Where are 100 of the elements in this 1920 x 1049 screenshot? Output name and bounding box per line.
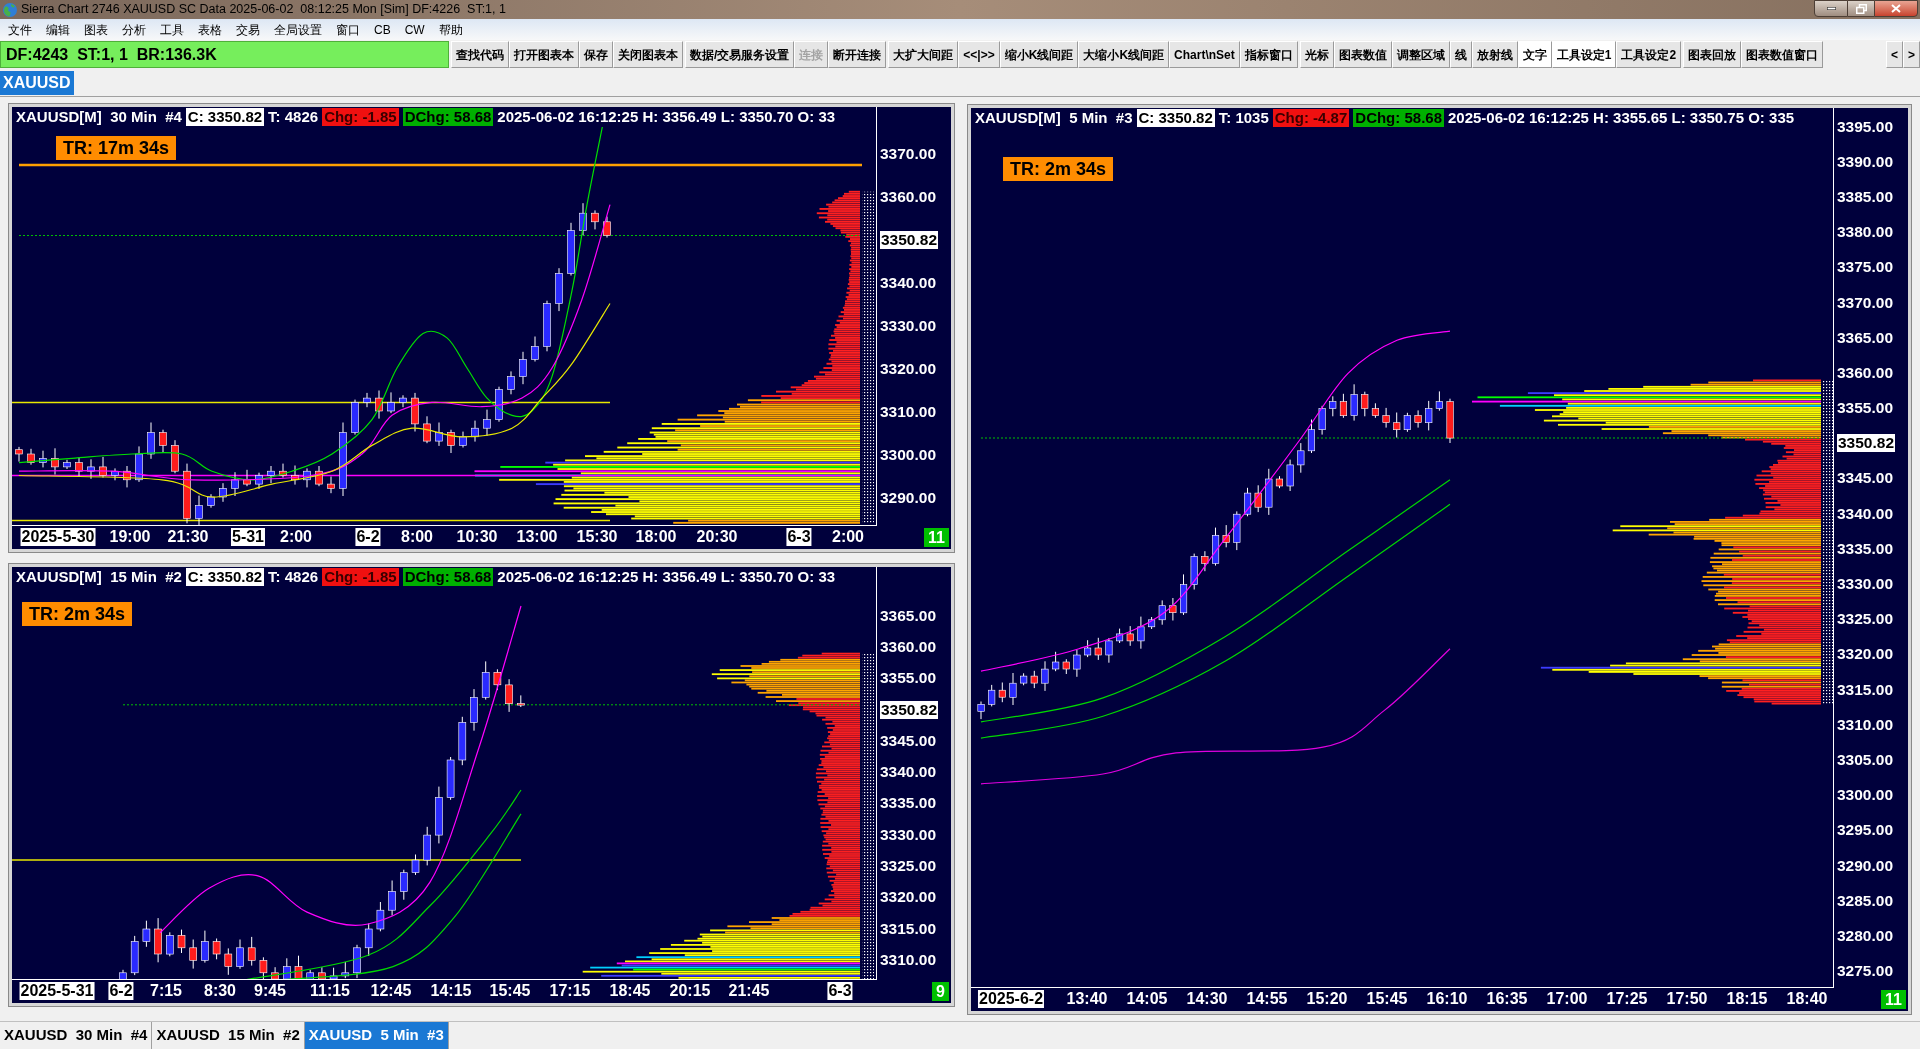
toolbar-button[interactable]: 工具设定2 — [1616, 41, 1682, 68]
price-axis-label: 3275.00 — [1837, 962, 1894, 981]
price-axis-label: 3330.00 — [880, 825, 937, 844]
time-axis-label: 14:05 — [1126, 990, 1168, 1008]
price-axis-label: 3355.00 — [1837, 399, 1894, 418]
price-axis-label: 3385.00 — [1837, 187, 1894, 206]
bar-count-label: 11 — [924, 528, 949, 547]
chart-tab[interactable]: XAUUSD 5 Min #3 — [304, 1022, 449, 1049]
toolbar-button[interactable]: < — [1885, 41, 1903, 68]
price-axis-label: 3325.00 — [880, 857, 937, 875]
price-axis-label: 3300.00 — [880, 445, 937, 464]
menu-item[interactable]: 窗口 — [329, 19, 367, 40]
price-axis-label: 3360.00 — [880, 637, 937, 656]
toolbar-button[interactable]: 查找代码 — [451, 41, 509, 68]
price-info-text: 2025-06-02 16:12:25 H: 3356.49 L: 3350.70 O: 33 — [497, 568, 836, 586]
date-axis-label: 5-31 — [231, 528, 265, 546]
menu-item[interactable]: 帮助 — [431, 19, 470, 40]
price-axis-label: 3365.00 — [880, 606, 937, 625]
time-axis-label: 13:40 — [1066, 990, 1108, 1008]
daily-change-label: DChg: 58.68 — [402, 568, 494, 586]
toolbar-button[interactable]: <<|>> — [958, 41, 1000, 68]
time-axis-label: 17:25 — [1606, 990, 1648, 1008]
time-axis-label: 15:45 — [489, 982, 531, 1000]
window-title: Sierra Chart 2746 XAUUSD SC Data 2025-06-02 08:12:25 Mon [Sim] DF:4226 ST:1, 1 — [21, 1, 506, 18]
toolbar-button[interactable]: 放射线 — [1471, 41, 1518, 68]
time-axis-label: 16:10 — [1426, 990, 1468, 1008]
status-readout: DF:4243 ST:1, 1 BR:136.3K — [0, 41, 449, 68]
price-info-text: 2025-06-02 16:12:25 H: 3355.65 L: 3350.75 O: 335 — [1448, 109, 1795, 127]
menu-item[interactable]: 文件 — [1, 19, 39, 40]
time-axis-label: 15:45 — [1366, 990, 1408, 1008]
chartbook-tab[interactable]: XAUUSD — [0, 70, 74, 95]
price-axis-label: 3370.00 — [880, 144, 937, 163]
time-axis-label: 21:45 — [728, 982, 770, 1000]
date-axis-label: 6-3 — [786, 528, 812, 546]
close-icon — [1891, 4, 1901, 13]
toolbar-button[interactable]: 指标窗口 — [1239, 41, 1298, 68]
minimize-button[interactable] — [1814, 0, 1848, 17]
trade-count-label: T: 1035 — [1218, 109, 1269, 127]
menu-item[interactable]: 编辑 — [39, 19, 77, 40]
toolbar-button[interactable]: 文字 — [1517, 41, 1552, 68]
time-axis-label: 14:55 — [1246, 990, 1288, 1008]
time-axis-label: 18:15 — [1726, 990, 1768, 1008]
price-axis-label: 3345.00 — [1837, 469, 1894, 488]
price-axis-label: 3320.00 — [1837, 645, 1894, 664]
menu-item[interactable]: 全局设置 — [267, 19, 329, 40]
time-axis-label: 2:00 — [832, 528, 864, 546]
price-axis-label: 3345.00 — [880, 731, 937, 750]
toolbar-button[interactable]: 调整区域 — [1391, 41, 1450, 68]
date-axis-label: 2025-6-2 — [978, 990, 1044, 1008]
price-axis-label: 3375.00 — [1837, 258, 1894, 277]
toolbar-button[interactable]: 图表数值窗口 — [1741, 41, 1824, 68]
menu-item[interactable]: 表格 — [191, 19, 229, 40]
time-axis-label: 14:30 — [1186, 990, 1228, 1008]
time-axis-label: 18:40 — [1786, 990, 1828, 1008]
toolbar-button[interactable]: 线 — [1449, 41, 1472, 68]
toolbar-button[interactable]: 大扩大间距 — [888, 41, 959, 68]
time-axis-label: 13:00 — [516, 528, 558, 546]
toolbar-button[interactable]: 图表数值 — [1333, 41, 1392, 68]
toolbar-button[interactable]: 断开连接 — [828, 41, 887, 68]
toolbar-button[interactable]: 图表回放 — [1683, 41, 1742, 68]
menu-item[interactable]: CB — [367, 19, 398, 40]
price-axis-label: 3335.00 — [880, 794, 937, 813]
menu-item[interactable]: 图表 — [77, 19, 115, 40]
toolbar-button[interactable]: 大缩小K线间距 — [1078, 41, 1170, 68]
globe-icon — [3, 2, 17, 17]
menu-item[interactable]: 工具 — [153, 19, 191, 40]
menu-item[interactable]: 分析 — [115, 19, 153, 40]
time-axis-label: 20:30 — [696, 528, 738, 546]
toolbar-button[interactable]: 缩小K线间距 — [999, 41, 1079, 68]
time-axis-label: 17:00 — [1546, 990, 1588, 1008]
price-axis-label: 3370.00 — [1837, 293, 1894, 312]
toolbar-button[interactable]: Chart\nSet — [1169, 41, 1240, 68]
toolbar-button[interactable]: 关闭图表本 — [613, 41, 683, 68]
toolbar-button[interactable]: 数据/交易服务设置 — [685, 41, 795, 68]
current-price-label: 3350.82 — [880, 700, 939, 719]
price-axis-label: 3285.00 — [1837, 891, 1894, 910]
close-price-label: C: 3350.82 — [1136, 109, 1215, 127]
bar-timer-label: TR: 2m 34s — [22, 602, 133, 626]
price-axis-label: 3330.00 — [880, 316, 937, 335]
toolbar-button[interactable]: 打开图表本 — [509, 41, 579, 68]
toolbar-button[interactable]: 光标 — [1299, 41, 1334, 68]
price-axis-label: 3360.00 — [1837, 363, 1894, 382]
close-button[interactable] — [1874, 0, 1918, 17]
date-axis-label: 6-2 — [355, 528, 381, 546]
close-price-label: C: 3350.82 — [185, 568, 265, 586]
change-label: Chg: -4.87 — [1272, 109, 1350, 127]
time-axis-label: 12:45 — [370, 982, 412, 1000]
toolbar-button[interactable]: 保存 — [579, 41, 613, 68]
price-axis-label: 3365.00 — [1837, 328, 1894, 347]
date-axis-label: 2025-5-31 — [19, 982, 95, 1000]
time-axis-label: 7:15 — [150, 982, 182, 1000]
time-axis-label: 14:15 — [430, 982, 472, 1000]
toolbar-button[interactable]: 工具设定1 — [1551, 41, 1617, 68]
minimize-icon — [1826, 7, 1836, 10]
restore-button[interactable] — [1848, 0, 1874, 17]
daily-change-label: DChg: 58.68 — [402, 108, 494, 126]
date-axis-label: 2025-5-30 — [20, 528, 96, 546]
menu-item[interactable]: 交易 — [229, 19, 267, 40]
price-axis-label: 3290.00 — [1837, 856, 1894, 875]
menu-item[interactable]: CW — [397, 19, 432, 40]
